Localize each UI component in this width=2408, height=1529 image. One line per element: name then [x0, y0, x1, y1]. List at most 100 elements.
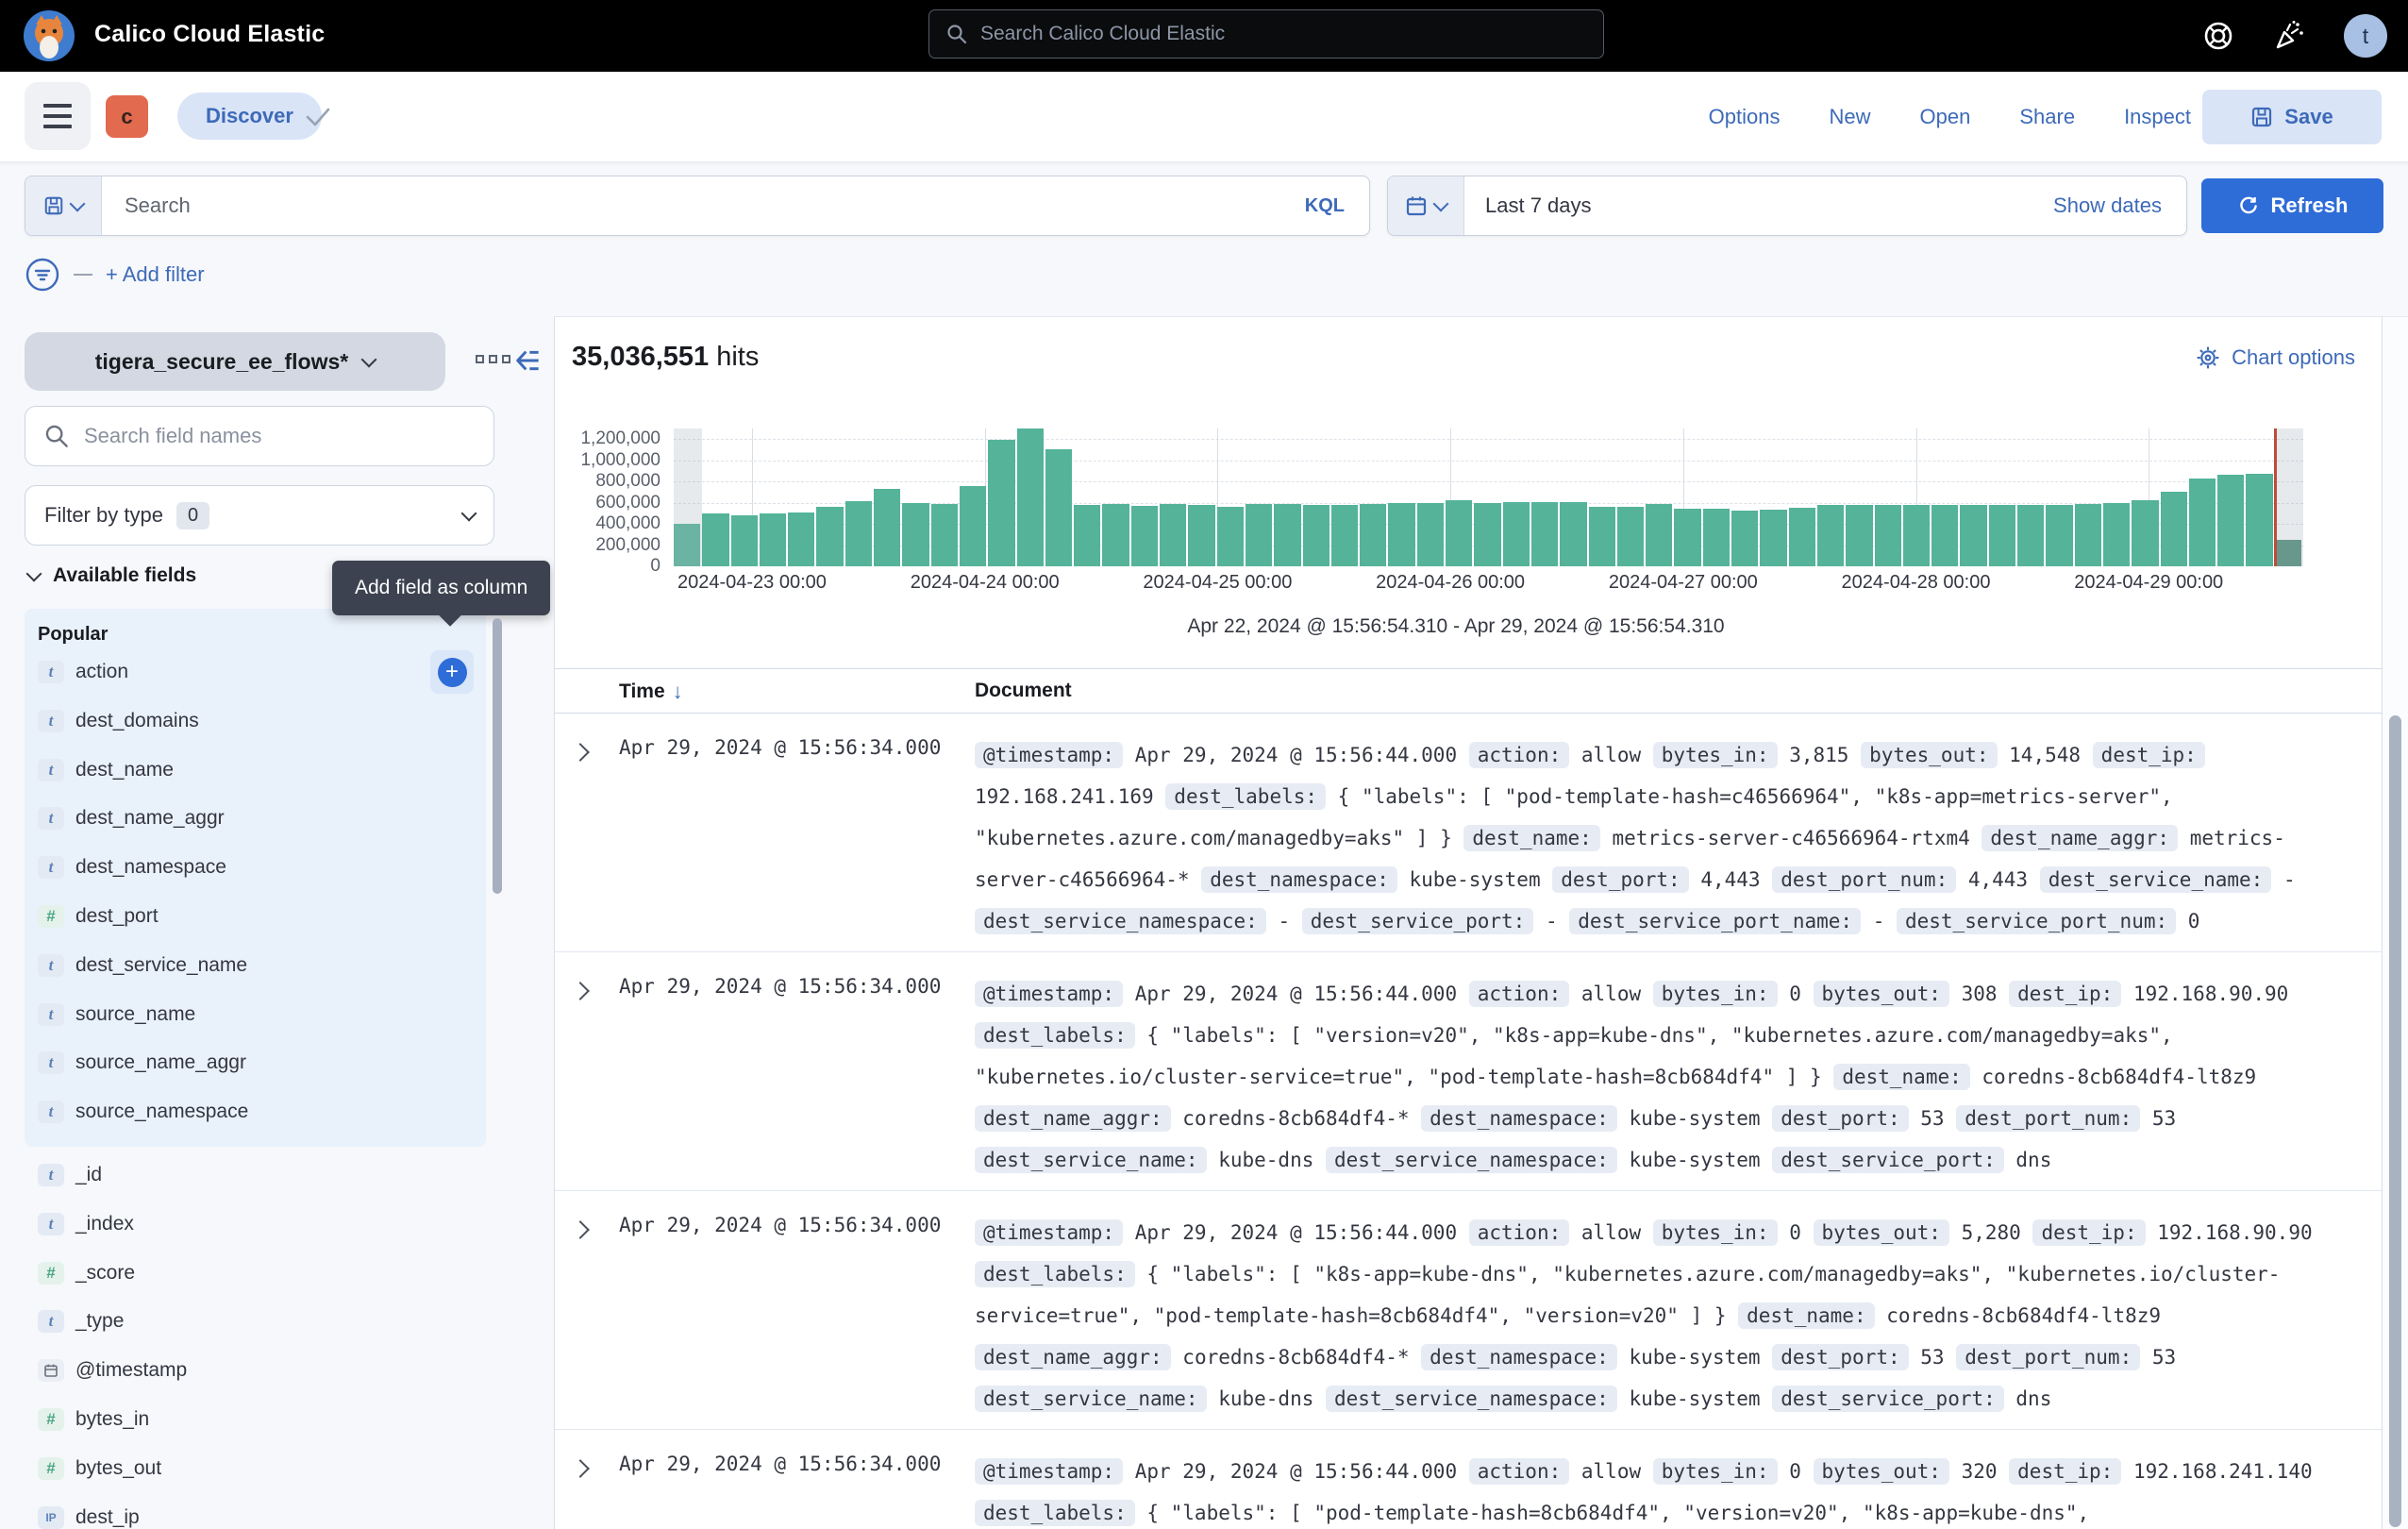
field-visualize-grid-icon[interactable]	[476, 355, 510, 363]
expand-row-icon[interactable]	[571, 982, 590, 1000]
time-range-value[interactable]: Last 7 days	[1464, 176, 2029, 235]
field-item-source_name[interactable]: tsource_name	[25, 990, 486, 1039]
collapse-sidebar-icon[interactable]	[513, 345, 543, 376]
histogram-bar[interactable]	[1875, 505, 1901, 566]
refresh-button[interactable]: Refresh	[2201, 178, 2383, 233]
expand-row-icon[interactable]	[571, 1459, 590, 1478]
histogram-bar[interactable]	[1274, 504, 1300, 566]
saved-query-menu-button[interactable]	[25, 176, 102, 235]
filter-menu-icon[interactable]	[25, 257, 60, 293]
table-row[interactable]: Apr 29, 2024 @ 15:56:34.000@timestamp: A…	[555, 952, 2383, 1191]
histogram-bar[interactable]	[1760, 510, 1786, 566]
help-life-ring-icon[interactable]	[2202, 20, 2234, 52]
show-dates-button[interactable]: Show dates	[2029, 176, 2186, 235]
histogram-bar[interactable]	[1989, 505, 2015, 566]
histogram-bar[interactable]	[931, 504, 958, 566]
field-item-_index[interactable]: t_index	[25, 1200, 486, 1249]
histogram-bar[interactable]	[731, 515, 758, 566]
expand-row-icon[interactable]	[571, 743, 590, 762]
calico-logo-icon[interactable]	[21, 8, 77, 64]
field-item-dest_name[interactable]: tdest_name	[25, 746, 486, 795]
histogram[interactable]	[674, 428, 2303, 566]
histogram-bar[interactable]	[1960, 505, 1986, 566]
histogram-bar[interactable]	[2217, 475, 2244, 566]
histogram-bar[interactable]	[1217, 507, 1244, 566]
histogram-bar[interactable]	[2103, 503, 2130, 566]
histogram-bar[interactable]	[816, 507, 843, 566]
breadcrumb-discover[interactable]: Discover	[177, 92, 322, 140]
menu-new[interactable]: New	[1830, 105, 1871, 129]
field-item-bytes_in[interactable]: #bytes_in	[25, 1395, 486, 1444]
main-scrollbar[interactable]	[2389, 715, 2401, 1527]
histogram-bar[interactable]	[1360, 504, 1386, 566]
field-item-source_name_aggr[interactable]: tsource_name_aggr	[25, 1038, 486, 1087]
histogram-bar[interactable]	[1160, 504, 1186, 566]
histogram-bar[interactable]	[1131, 506, 1158, 566]
histogram-bar[interactable]	[1446, 500, 1472, 566]
field-item-source_namespace[interactable]: tsource_namespace	[25, 1087, 486, 1136]
histogram-bar[interactable]	[1931, 505, 1958, 566]
histogram-bar[interactable]	[1789, 508, 1815, 566]
histogram-bar[interactable]	[1817, 505, 1844, 566]
whats-new-party-icon[interactable]	[2272, 19, 2306, 53]
histogram-bar[interactable]	[2161, 492, 2187, 566]
histogram-bar[interactable]	[2075, 504, 2101, 566]
histogram-bar[interactable]	[1903, 505, 1930, 566]
menu-options[interactable]: Options	[1709, 105, 1781, 129]
field-item-dest_namespace[interactable]: tdest_namespace	[25, 843, 486, 892]
histogram-bar[interactable]	[1703, 509, 1730, 566]
hamburger-menu-button[interactable]	[25, 82, 91, 150]
histogram-bar[interactable]	[1503, 502, 1530, 567]
histogram-bar[interactable]	[760, 513, 786, 566]
field-item-_id[interactable]: t_id	[25, 1151, 486, 1200]
field-item-_score[interactable]: #_score	[25, 1249, 486, 1298]
histogram-bar[interactable]	[788, 512, 814, 566]
histogram-bar[interactable]	[1246, 504, 1272, 566]
histogram-bar[interactable]	[1045, 449, 1072, 566]
space-badge[interactable]: c	[106, 95, 148, 138]
histogram-bar[interactable]	[1731, 511, 1758, 566]
field-item-@timestamp[interactable]: @timestamp	[25, 1346, 486, 1395]
menu-inspect[interactable]: Inspect	[2124, 105, 2191, 129]
table-row[interactable]: Apr 29, 2024 @ 15:56:34.000@timestamp: A…	[555, 1191, 2383, 1430]
histogram-bar[interactable]	[845, 501, 872, 566]
histogram-bar[interactable]	[960, 486, 986, 566]
histogram-bar[interactable]	[1303, 505, 1329, 566]
field-item-dest_ip[interactable]: IPdest_ip	[25, 1493, 486, 1529]
expand-row-icon[interactable]	[571, 1220, 590, 1239]
save-button[interactable]: Save	[2202, 90, 2382, 144]
histogram-bar[interactable]	[1331, 505, 1358, 566]
chart-options-button[interactable]: Chart options	[2196, 345, 2355, 370]
histogram-bar[interactable]	[2017, 505, 2044, 566]
histogram-bar[interactable]	[1646, 504, 1672, 566]
histogram-bar[interactable]	[1102, 504, 1129, 566]
available-fields-header[interactable]: Available fields	[28, 564, 196, 587]
histogram-bar[interactable]	[1531, 502, 1558, 566]
histogram-bar[interactable]	[1188, 505, 1214, 566]
field-item-dest_domains[interactable]: tdest_domains	[25, 697, 486, 746]
user-avatar[interactable]: t	[2344, 14, 2387, 58]
global-search-input[interactable]: Search Calico Cloud Elastic	[928, 9, 1604, 59]
histogram-bar[interactable]	[702, 513, 728, 566]
add-filter-button[interactable]: + Add filter	[106, 262, 205, 287]
histogram-bar[interactable]	[2246, 474, 2272, 566]
histogram-bar[interactable]	[2046, 505, 2072, 566]
table-row[interactable]: Apr 29, 2024 @ 15:56:34.000@timestamp: A…	[555, 1430, 2383, 1529]
column-header-time[interactable]: Time ↓	[619, 680, 683, 704]
histogram-bar[interactable]	[1617, 507, 1644, 566]
histogram-bar[interactable]	[2189, 479, 2216, 566]
histogram-bar[interactable]	[1474, 503, 1500, 566]
histogram-bar[interactable]	[2132, 500, 2158, 566]
field-item-dest_name_aggr[interactable]: tdest_name_aggr	[25, 794, 486, 843]
menu-open[interactable]: Open	[1920, 105, 1971, 129]
histogram-bar[interactable]	[1417, 503, 1444, 566]
sidebar-scrollbar[interactable]	[493, 618, 502, 894]
histogram-bar[interactable]	[1017, 428, 1044, 566]
field-item-bytes_out[interactable]: #bytes_out	[25, 1444, 486, 1493]
histogram-bar[interactable]	[1388, 503, 1414, 566]
histogram-bar[interactable]	[1674, 509, 1700, 566]
field-item-dest_port[interactable]: #dest_port	[25, 892, 486, 941]
histogram-bar[interactable]	[1074, 505, 1100, 566]
kql-language-button[interactable]: KQL	[1280, 176, 1369, 235]
field-item-_type[interactable]: t_type	[25, 1297, 486, 1346]
